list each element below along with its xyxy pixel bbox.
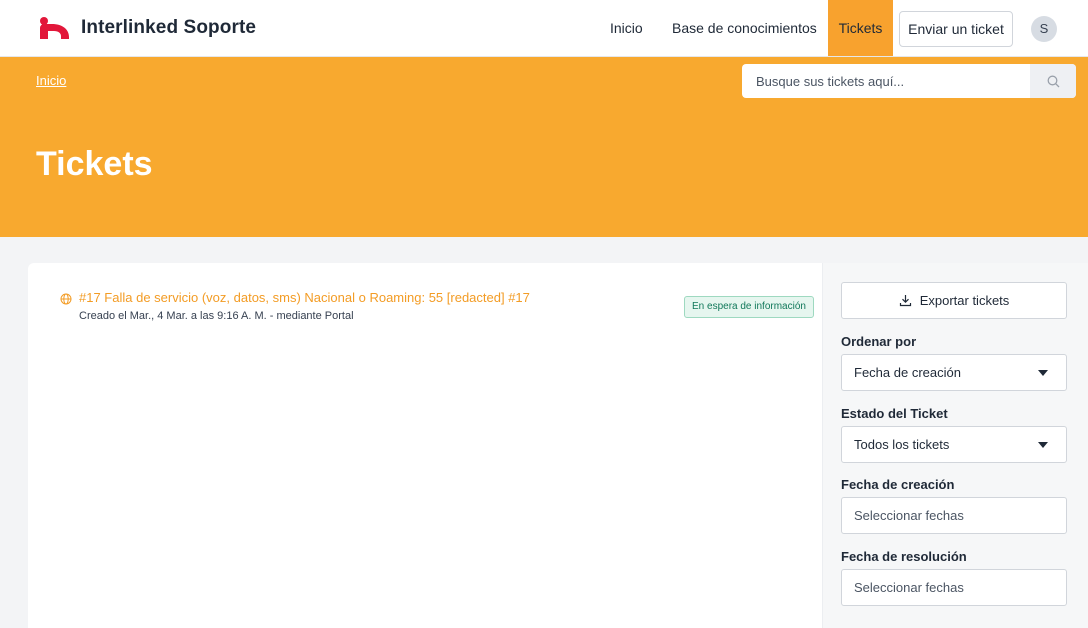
- filters-sidebar: Exportar tickets Ordenar por Fecha de cr…: [822, 263, 1088, 628]
- status-badge: En espera de información: [684, 296, 814, 318]
- sort-value: Fecha de creación: [854, 365, 961, 380]
- export-label: Exportar tickets: [919, 293, 1010, 308]
- top-bar: Interlinked Soporte Inicio Base de conoc…: [0, 0, 1088, 57]
- search-button[interactable]: [1030, 64, 1076, 98]
- ticket-title[interactable]: #17 Falla de servicio (voz, datos, sms) …: [79, 290, 530, 305]
- globe-icon: [60, 293, 72, 305]
- created-date-field[interactable]: Seleccionar fechas: [841, 497, 1067, 534]
- sort-label: Ordenar por: [841, 334, 917, 349]
- created-date-label: Fecha de creación: [841, 477, 955, 492]
- nav-inicio[interactable]: Inicio: [610, 0, 643, 56]
- ticket-meta: Creado el Mar., 4 Mar. a las 9:16 A. M. …: [79, 310, 354, 322]
- search-input[interactable]: [742, 64, 1030, 98]
- chevron-down-icon: [1038, 442, 1048, 448]
- export-tickets-button[interactable]: Exportar tickets: [841, 282, 1067, 319]
- brand-name: Interlinked Soporte: [81, 17, 257, 38]
- page-title: Tickets: [36, 145, 153, 183]
- resolved-date-field[interactable]: Seleccionar fechas: [841, 569, 1067, 606]
- sort-select[interactable]: Fecha de creación: [841, 354, 1067, 391]
- breadcrumb-inicio[interactable]: Inicio: [36, 73, 66, 88]
- resolved-date-label: Fecha de resolución: [841, 549, 967, 564]
- hero-banner: Inicio Tickets: [0, 57, 1088, 237]
- status-filter-label: Estado del Ticket: [841, 406, 948, 421]
- nav-tickets[interactable]: Tickets: [828, 0, 893, 56]
- submit-ticket-button[interactable]: Enviar un ticket: [899, 11, 1013, 47]
- search-icon: [1047, 75, 1059, 87]
- ticket-search: [742, 64, 1076, 98]
- brand-logo-icon: [40, 17, 69, 39]
- status-value: Todos los tickets: [854, 437, 950, 452]
- chevron-down-icon: [1038, 370, 1048, 376]
- nav-knowledge-base[interactable]: Base de conocimientos: [672, 0, 817, 56]
- ticket-list: #17 Falla de servicio (voz, datos, sms) …: [28, 263, 822, 628]
- brand[interactable]: Interlinked Soporte: [38, 16, 256, 40]
- download-icon: [899, 295, 911, 307]
- status-select[interactable]: Todos los tickets: [841, 426, 1067, 463]
- avatar[interactable]: S: [1031, 16, 1057, 42]
